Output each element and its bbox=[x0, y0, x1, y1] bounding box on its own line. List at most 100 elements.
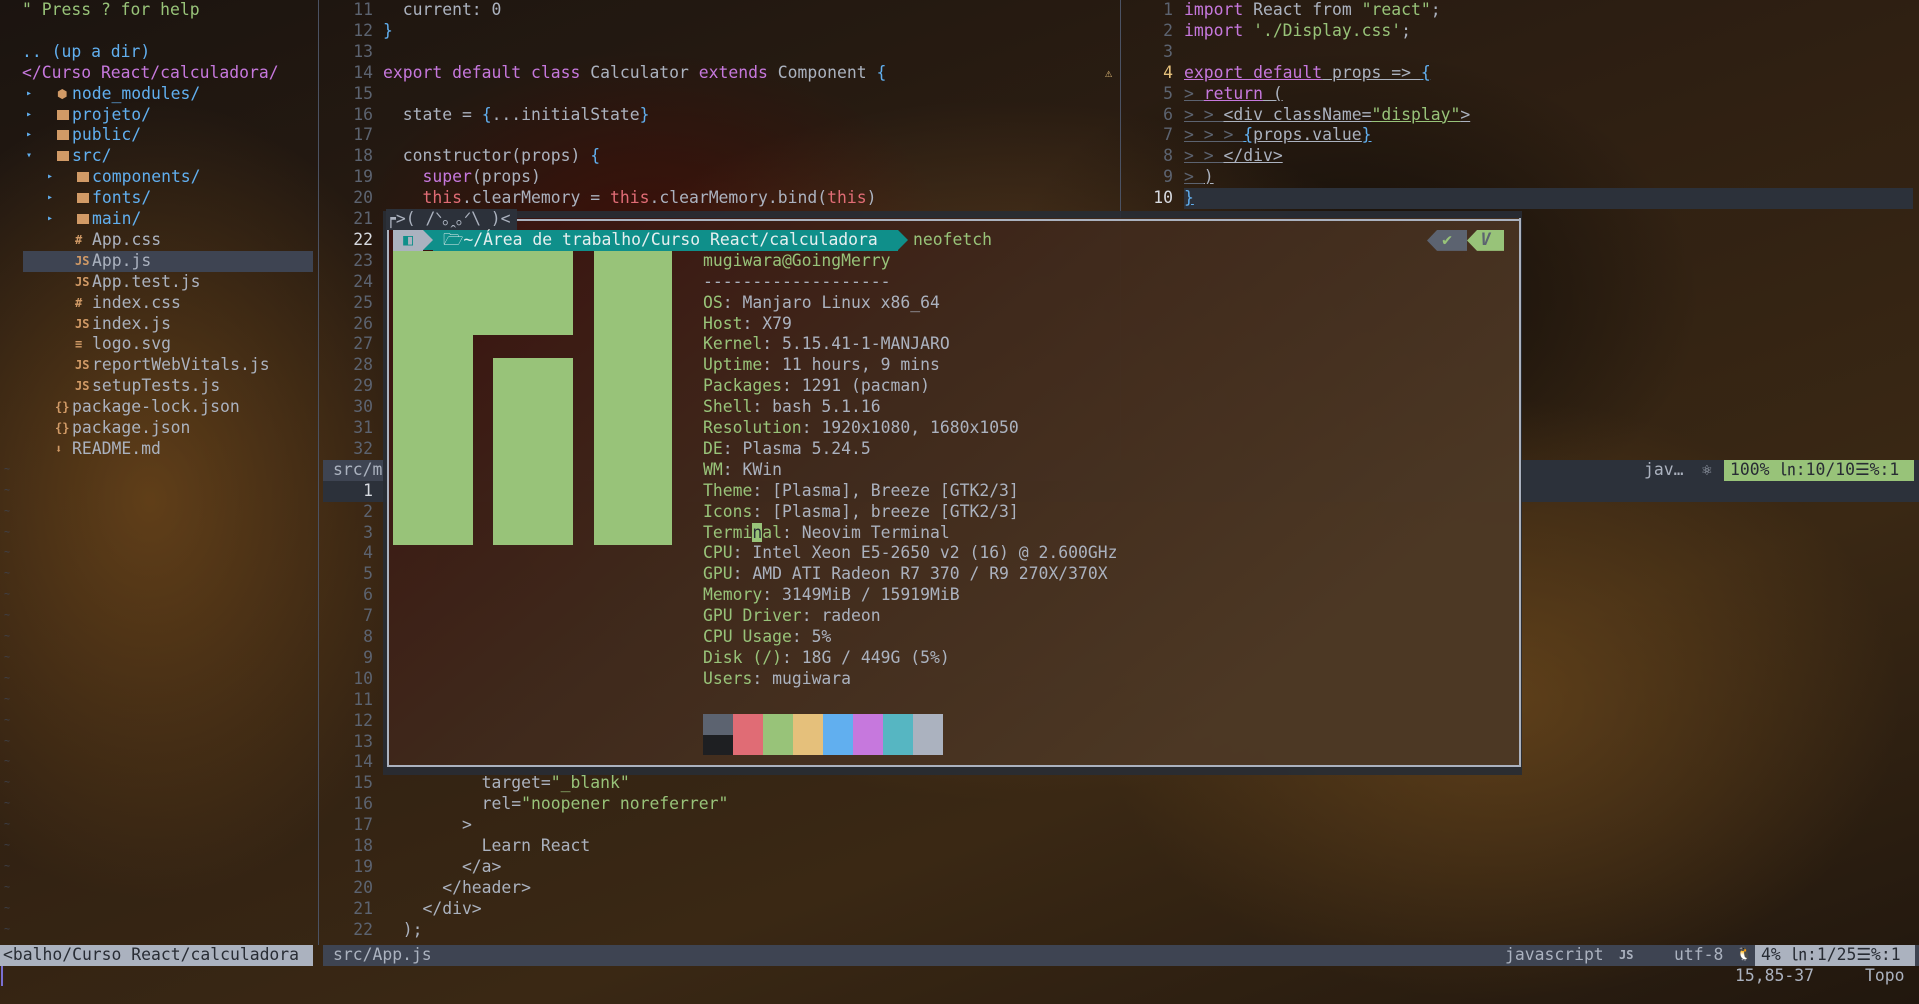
code-line[interactable]: > bbox=[383, 815, 472, 836]
code-token: { bbox=[876, 62, 887, 82]
code-line[interactable]: this.clearMemory = this.clearMemory.bind… bbox=[383, 188, 876, 209]
nerdtree-up-dir[interactable]: .. (up a dir) bbox=[22, 42, 150, 63]
code-line[interactable]: export default props => { bbox=[1184, 63, 1431, 84]
code-line[interactable]: state = {...initialState} bbox=[383, 104, 650, 126]
tree-item-name[interactable]: App.test.js bbox=[92, 272, 201, 293]
code-line[interactable]: } bbox=[383, 21, 393, 42]
field-label: WM bbox=[703, 459, 723, 479]
cmdline-scroll: Topo bbox=[1865, 966, 1905, 985]
tree-item[interactable]: ▸ public/ bbox=[0, 125, 318, 146]
neofetch-field: WM: KWin bbox=[703, 460, 782, 481]
code-line[interactable]: </header> bbox=[383, 878, 531, 899]
code-line[interactable]: > return ( bbox=[1184, 84, 1283, 105]
code-token: this bbox=[422, 188, 462, 208]
tree-item[interactable]: # index.css bbox=[0, 293, 318, 314]
code-line[interactable]: super(props) bbox=[383, 167, 540, 188]
tree-item-name[interactable]: package.json bbox=[72, 418, 190, 439]
field-colon: : bbox=[752, 668, 773, 688]
code-line[interactable]: target="_blank" bbox=[383, 773, 630, 794]
field-colon: : bbox=[752, 501, 773, 521]
field-colon: : bbox=[781, 522, 802, 542]
code-line[interactable]: Learn React bbox=[383, 836, 591, 857]
tree-item[interactable]: JS App.js bbox=[0, 251, 318, 272]
tree-item-name[interactable]: setupTests.js bbox=[92, 376, 220, 397]
tree-item[interactable]: ▸ main/ bbox=[0, 209, 318, 230]
tree-item[interactable]: ▸ projeto/ bbox=[0, 105, 318, 126]
code-line[interactable]: import './Display.css'; bbox=[1184, 21, 1411, 42]
code-line[interactable]: > ) bbox=[1184, 167, 1214, 188]
tree-item-name[interactable]: App.css bbox=[92, 230, 161, 251]
code-line[interactable]: rel="noopener noreferrer" bbox=[383, 794, 729, 815]
tree-arrow-icon[interactable]: ▸ bbox=[26, 84, 32, 105]
tree-item[interactable]: JS setupTests.js bbox=[0, 376, 318, 397]
line-number: 9 bbox=[1163, 167, 1173, 187]
tree-item[interactable]: ▸ ⬢ node_modules/ bbox=[0, 84, 318, 105]
tree-item-name[interactable]: components/ bbox=[92, 167, 201, 188]
file-type-icon: # bbox=[75, 295, 83, 310]
nerdtree-root[interactable]: </Curso React/calculadora/ bbox=[22, 63, 279, 84]
code-token: { bbox=[481, 104, 492, 124]
tree-item-name[interactable]: main/ bbox=[92, 209, 141, 230]
code-line[interactable]: import React from "react"; bbox=[1184, 0, 1441, 21]
code-line[interactable]: > > > {props.value} bbox=[1184, 125, 1372, 146]
tree-item-name[interactable]: App.js bbox=[92, 251, 151, 272]
code-line[interactable]: } bbox=[1184, 188, 1194, 209]
tree-item[interactable]: JS reportWebVitals.js bbox=[0, 355, 318, 376]
tree-item[interactable]: JS App.test.js bbox=[0, 272, 318, 293]
tree-item-name[interactable]: public/ bbox=[72, 125, 141, 146]
tree-item[interactable]: ≡ logo.svg bbox=[0, 334, 318, 355]
tree-item-name[interactable]: README.md bbox=[72, 439, 161, 460]
pane-separator[interactable] bbox=[318, 0, 319, 945]
file-type-icon: ≡ bbox=[75, 337, 83, 352]
tree-item-name[interactable]: index.css bbox=[92, 293, 181, 314]
tree-arrow-icon[interactable]: ▸ bbox=[47, 188, 53, 209]
code-line[interactable]: </div> bbox=[383, 899, 481, 920]
tree-item-name[interactable]: index.js bbox=[92, 314, 171, 335]
tree-arrow-icon[interactable]: ▸ bbox=[47, 167, 53, 188]
palette-swatch bbox=[823, 734, 853, 755]
neofetch-field: Icons: [Plasma], breeze [GTK2/3] bbox=[703, 502, 1019, 523]
code-line[interactable]: > > </div> bbox=[1184, 146, 1283, 167]
tree-item[interactable]: ▾ src/ bbox=[0, 146, 318, 167]
cmdline-position: 15,85-37 bbox=[1735, 966, 1814, 985]
code-line[interactable]: </a> bbox=[383, 857, 501, 878]
tree-arrow-icon[interactable]: ▸ bbox=[26, 125, 32, 146]
tree-item-name[interactable]: node_modules/ bbox=[72, 84, 200, 105]
line-number: 17 bbox=[353, 125, 373, 145]
line-number: 27 bbox=[353, 334, 373, 354]
tree-arrow-icon[interactable]: ▸ bbox=[47, 209, 53, 230]
tree-item-name[interactable]: fonts/ bbox=[92, 188, 151, 209]
tree-item[interactable]: # App.css bbox=[0, 230, 318, 251]
tree-item-name[interactable]: reportWebVitals.js bbox=[92, 355, 270, 376]
code-token: </header> bbox=[383, 877, 532, 897]
line-number: 12 bbox=[353, 20, 373, 40]
tree-item[interactable]: ▸ components/ bbox=[0, 167, 318, 188]
code-line[interactable]: export default class Calculator extends … bbox=[383, 63, 886, 84]
tree-item[interactable]: {} package-lock.json bbox=[0, 397, 318, 418]
neofetch-field: Kernel: 5.15.41-1-MANJARO bbox=[703, 334, 950, 355]
tree-item[interactable]: {} package.json bbox=[0, 418, 318, 439]
terminal-title: ┍>( /ᐠ｡ꞈ｡ᐟ\ )< bbox=[386, 209, 517, 230]
code-line[interactable]: current: 0 bbox=[383, 0, 502, 21]
neofetch-field: DE: Plasma 5.24.5 bbox=[703, 439, 871, 460]
encoding: utf-8 bbox=[1674, 945, 1724, 964]
field-value: Intel Xeon E5-2650 v2 (16) @ 2.600GHz bbox=[752, 543, 1118, 563]
tree-item-name[interactable]: projeto/ bbox=[72, 105, 151, 126]
code-line[interactable]: > > <div className="display"> bbox=[1184, 105, 1470, 126]
code-line[interactable]: ); bbox=[383, 920, 423, 941]
tree-item[interactable]: ⬇ README.md bbox=[0, 439, 318, 460]
code-line[interactable]: constructor(props) { bbox=[383, 146, 600, 167]
folder-icon bbox=[57, 109, 69, 120]
field-colon: : bbox=[801, 606, 822, 626]
tree-arrow-icon[interactable]: ▾ bbox=[26, 146, 32, 167]
tree-item-name[interactable]: package-lock.json bbox=[72, 397, 240, 418]
tree-item[interactable]: ▸ fonts/ bbox=[0, 188, 318, 209]
tree-item-name[interactable]: logo.svg bbox=[92, 334, 171, 355]
tree-item-name[interactable]: src/ bbox=[72, 146, 111, 167]
tree-item[interactable]: JS index.js bbox=[0, 314, 318, 335]
line-number: 7 bbox=[1163, 125, 1173, 145]
code-token: ; bbox=[1401, 20, 1411, 40]
tree-arrow-icon[interactable]: ▸ bbox=[26, 105, 32, 126]
